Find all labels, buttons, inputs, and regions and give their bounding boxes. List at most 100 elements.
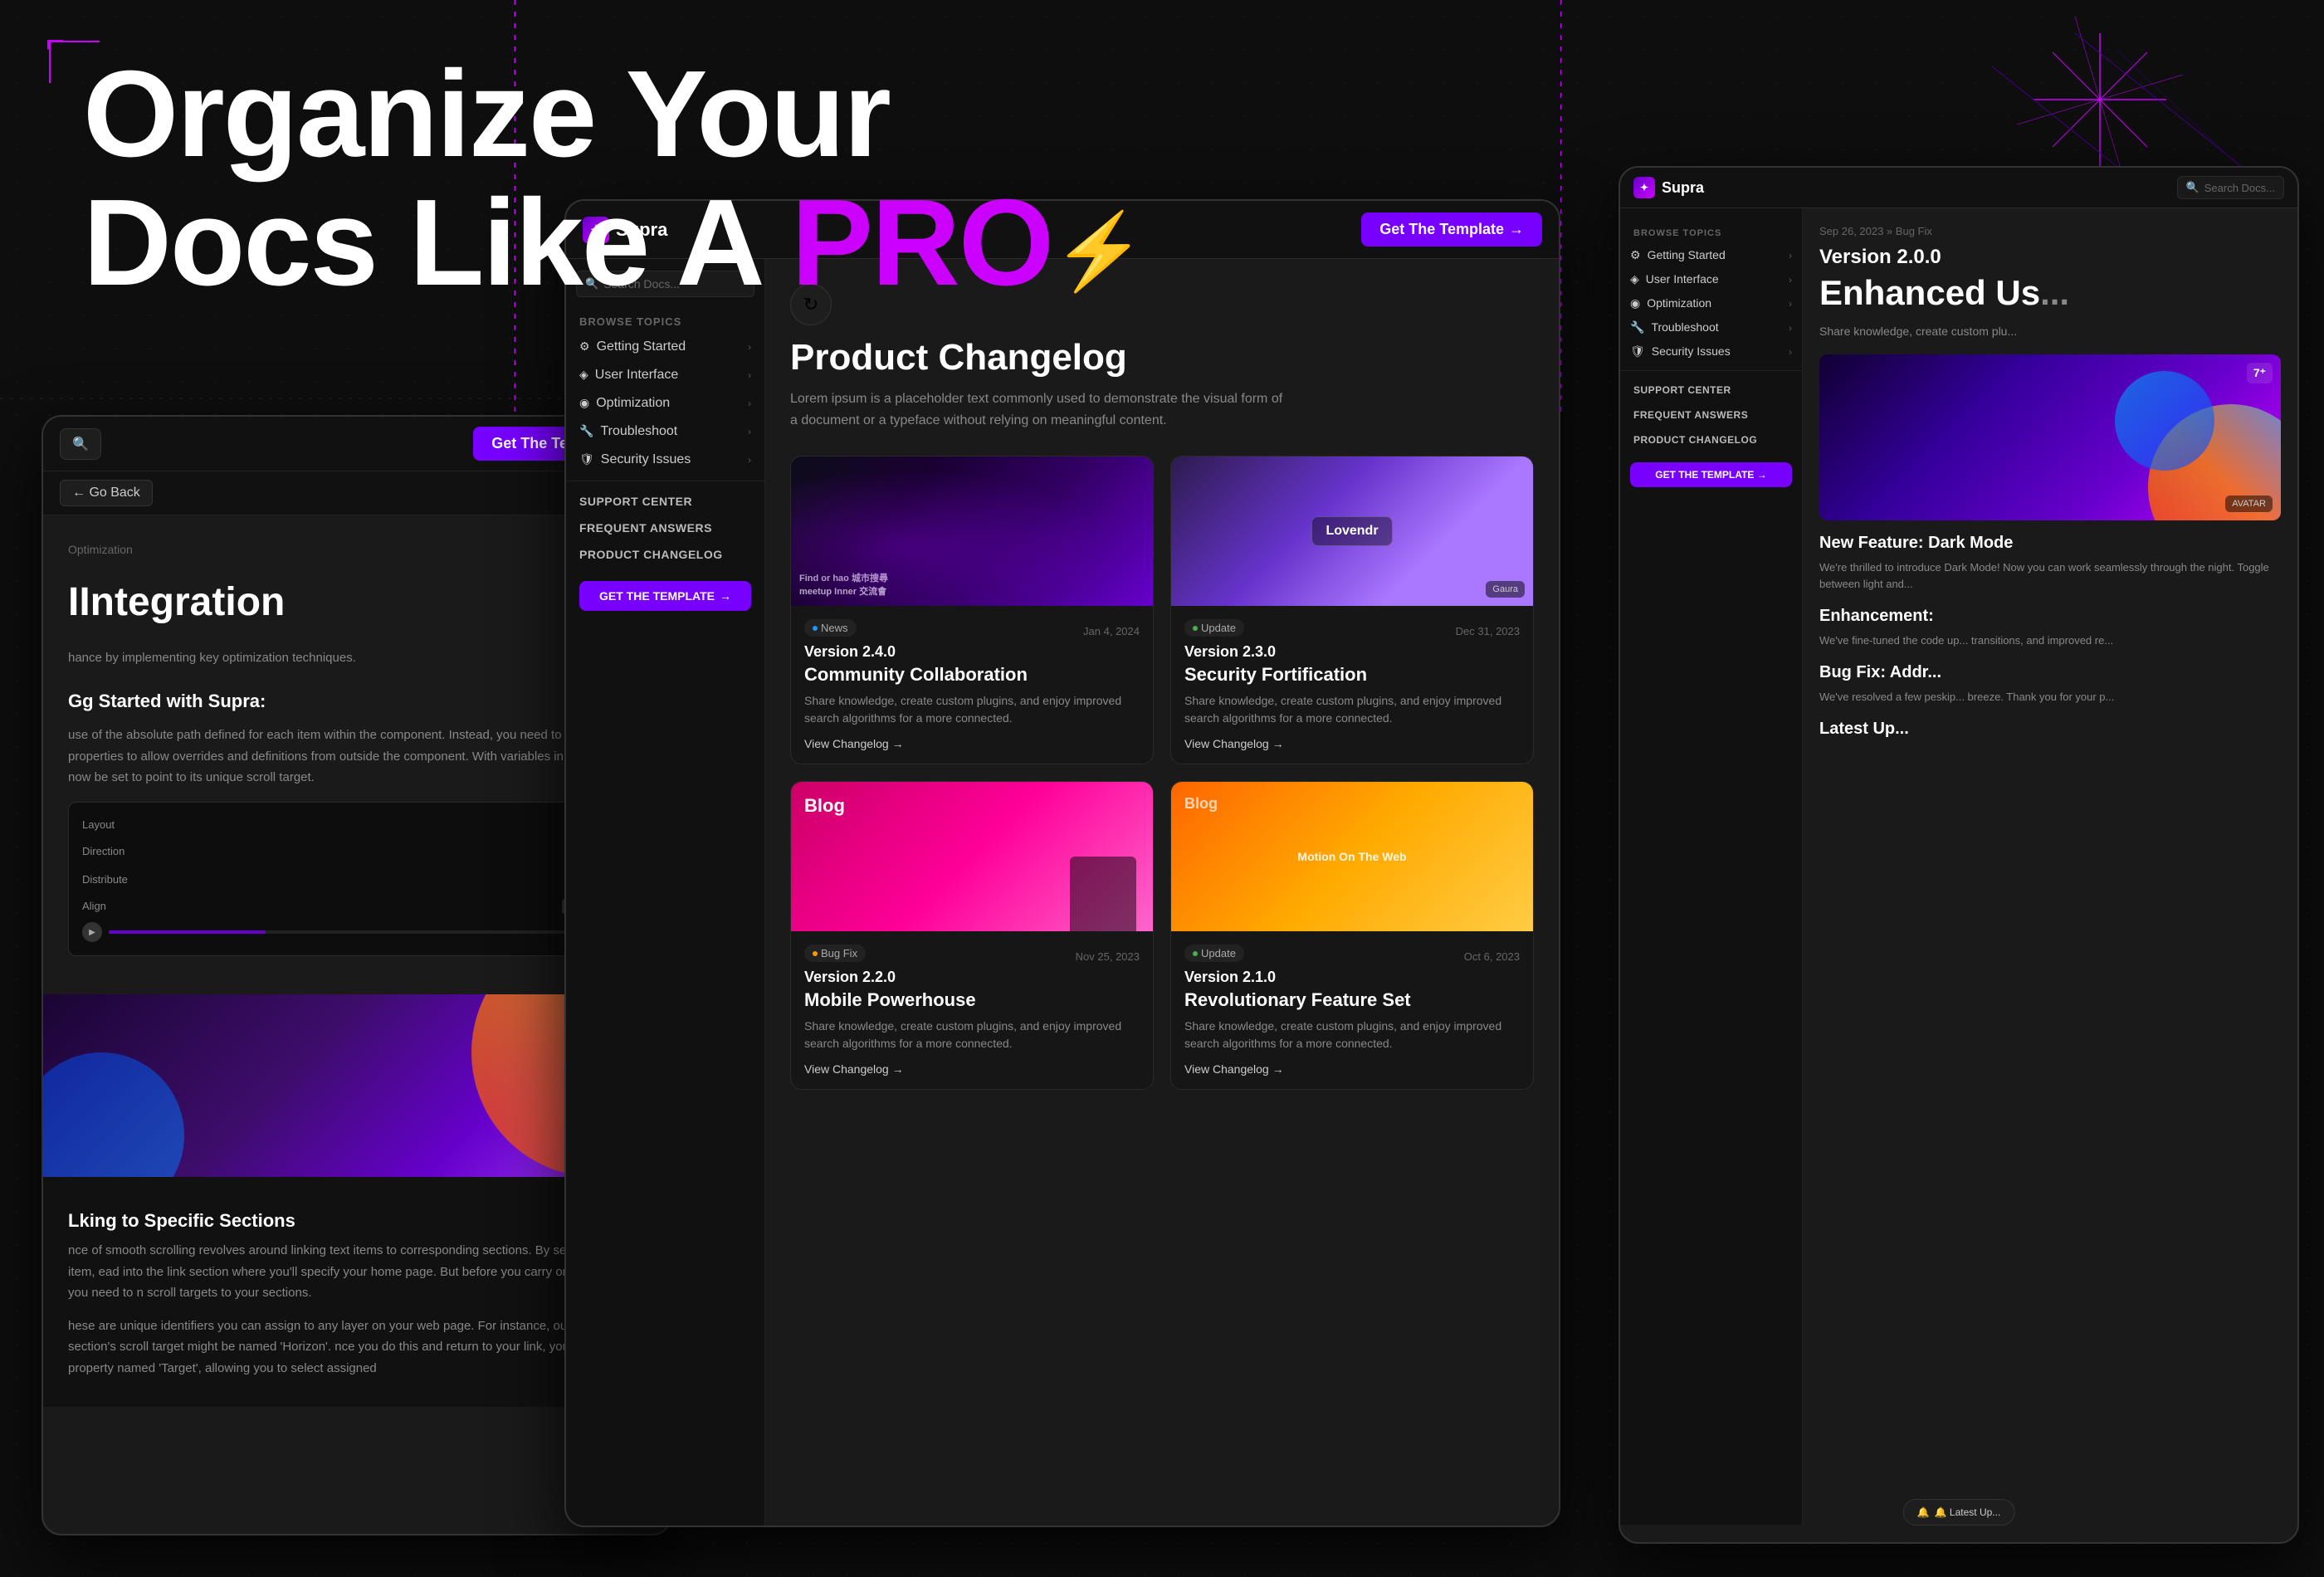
sidebar-item-getting-started-d3[interactable]: ⚙Getting Started ›	[1620, 243, 1802, 267]
device2-main: ↻ Product Changelog Lorem ipsum is a pla…	[765, 259, 1559, 1527]
card2-date: Dec 31, 2023	[1456, 625, 1520, 637]
d3-new-feature-desc: We're thrilled to introduce Dark Mode! N…	[1819, 559, 2281, 594]
sidebar-link-support-d3[interactable]: SUPPORT CENTER	[1620, 378, 1802, 403]
card4-badge: Update	[1184, 945, 1244, 962]
d3-sidebar-sep-1	[1620, 370, 1802, 371]
notification-badge: 🔔 🔔 Latest Up...	[1903, 1499, 2015, 1526]
card3-desc: Share knowledge, create custom plugins, …	[804, 1018, 1140, 1052]
device3-search[interactable]: 🔍 Search Docs...	[2177, 176, 2284, 199]
device3-sidebar: BROWSE TOPICS ⚙Getting Started › ◈User I…	[1620, 208, 1803, 1525]
card-community-collaboration: Find or hao 城市搜尋meetup Inner 交流會 News Ja…	[790, 456, 1154, 764]
card2-badge-dot	[1193, 626, 1198, 631]
chevron-icon-d3-2: ›	[1789, 298, 1792, 310]
card3-version: Version 2.2.0	[804, 969, 1140, 986]
chevron-icon-d3-1: ›	[1789, 274, 1792, 286]
sidebar-link-changelog-d3[interactable]: PRODUCT CHANGELOG	[1620, 427, 1802, 452]
card4-image: Blog Motion On The Web	[1171, 782, 1533, 931]
device2-get-template-btn[interactable]: Get The Template →	[1361, 212, 1542, 247]
sidebar-link-changelog-d2[interactable]: PRODUCT CHANGELOG	[566, 541, 764, 568]
mockup-layout-row: Layout	[82, 816, 632, 834]
device3-search-icon: 🔍	[2186, 181, 2200, 194]
chevron-icon-d2-2: ›	[748, 398, 751, 409]
d3-latest-title: Latest Up...	[1819, 720, 2281, 739]
device3-logo: ✦ Supra	[1633, 177, 1704, 198]
mockup-align-row: Align	[82, 897, 632, 915]
deco-line-right	[1560, 0, 1561, 415]
device1-body1: hance by implementing key optimization t…	[68, 647, 646, 669]
chevron-icon-d2-4: ›	[748, 454, 751, 466]
sidebar-item-optimization-d2[interactable]: ◉Optimization ›	[566, 389, 764, 417]
card3-link[interactable]: View Changelog →	[804, 1062, 1140, 1076]
sidebar-item-user-interface-d3[interactable]: ◈User Interface ›	[1620, 267, 1802, 291]
card2-desc: Share knowledge, create custom plugins, …	[1184, 692, 1520, 727]
device1-ui-mockup: Layout Direction Direction Distribute Ce…	[68, 802, 646, 956]
card2-image: Lovendr Gaura	[1171, 456, 1533, 606]
card4-date: Oct 6, 2023	[1464, 950, 1520, 963]
hero-section: Organize Your Docs Like A PRO⚡	[83, 50, 1144, 308]
sidebar-item-optimization-d3[interactable]: ◉Optimization ›	[1620, 291, 1802, 315]
sidebar-get-template-btn-d2[interactable]: GET THE TEMPLATE →	[579, 581, 751, 611]
card-mobile-powerhouse: Blog Bug Fix Nov 25, 2023 Version 2.2	[790, 781, 1154, 1090]
card3-badge: Bug Fix	[804, 945, 866, 962]
mockup-direction-row: Direction Direction	[82, 841, 632, 862]
device2-sidebar: 🔍 Search Docs... BROWSE TOPICS ⚙Getting …	[566, 259, 765, 1527]
getting-started-icon-d3: ⚙	[1630, 248, 1641, 261]
search-icon-d1: 🔍	[72, 436, 89, 452]
page-title-d2: Product Changelog	[790, 337, 1534, 378]
sidebar-item-user-interface-d2[interactable]: ◈User Interface ›	[566, 361, 764, 389]
d3-enhancement-title: Enhancement:	[1819, 607, 2281, 626]
d3-title: Enhanced Us...	[1819, 274, 2281, 312]
device1-subtitle1: Gg Started with Supra:	[68, 686, 646, 716]
hero-line1: Organize Your	[83, 50, 1144, 178]
sidebar-item-getting-started-d2[interactable]: ⚙Getting Started ›	[566, 333, 764, 361]
user-interface-icon-d3: ◈	[1630, 272, 1639, 286]
sidebar-item-troubleshoot-d3[interactable]: 🔧Troubleshoot ›	[1620, 315, 1802, 339]
card-revolutionary-feature: Blog Motion On The Web Update Oct 6, 202…	[1170, 781, 1534, 1090]
card2-badge: Update	[1184, 619, 1244, 637]
card1-link[interactable]: View Changelog →	[804, 737, 1140, 750]
getting-started-icon-d2: ⚙	[579, 339, 590, 353]
card1-date: Jan 4, 2024	[1083, 625, 1140, 637]
device-center: ✦ Supra Get The Template → 🔍 Search Docs…	[564, 199, 1560, 1527]
card1-body: News Jan 4, 2024 Version 2.4.0 Community…	[791, 606, 1153, 764]
troubleshoot-icon-d3: 🔧	[1630, 320, 1644, 334]
card4-body: Update Oct 6, 2023 Version 2.1.0 Revolut…	[1171, 931, 1533, 1089]
card2-version: Version 2.3.0	[1184, 643, 1520, 661]
d3-desc: Share knowledge, create custom plu...	[1819, 322, 2281, 340]
d3-bugfix-title: Bug Fix: Addr...	[1819, 663, 2281, 682]
device3-logo-icon: ✦	[1633, 177, 1655, 198]
device-right: ✦ Supra 🔍 Search Docs... BROWSE TOPICS ⚙…	[1618, 166, 2299, 1544]
sidebar-link-frequent-d2[interactable]: FREQUENT ANSWERS	[566, 515, 764, 541]
sidebar-link-frequent-d3[interactable]: FREQUENT ANSWERS	[1620, 403, 1802, 427]
motion-text: Motion On The Web	[1297, 850, 1406, 863]
card1-desc: Share knowledge, create custom plugins, …	[804, 692, 1140, 727]
card4-version: Version 2.1.0	[1184, 969, 1520, 986]
card3-date: Nov 25, 2023	[1076, 950, 1140, 963]
troubleshoot-icon-d2: 🔧	[579, 424, 593, 437]
device3-header: ✦ Supra 🔍 Search Docs...	[1620, 168, 2297, 208]
card1-image: Find or hao 城市搜尋meetup Inner 交流會	[791, 456, 1153, 606]
sidebar-get-template-btn-d3[interactable]: GET THE TEMPLATE →	[1630, 462, 1792, 487]
sidebar-link-support-d2[interactable]: SUPPORT CENTER	[566, 488, 764, 515]
sidebar-item-security-d2[interactable]: 🛡Security Issues ›	[566, 446, 764, 474]
chevron-icon-d3-0: ›	[1789, 250, 1792, 261]
card2-link[interactable]: View Changelog →	[1184, 737, 1520, 750]
card1-name: Community Collaboration	[804, 664, 1140, 686]
card4-link[interactable]: View Changelog →	[1184, 1062, 1520, 1076]
device1-body4: hese are unique identifiers you can assi…	[68, 1316, 646, 1379]
device1-back-btn[interactable]: ← Go Back	[60, 480, 153, 506]
device1-body2: use of the absolute path defined for eac…	[68, 725, 646, 788]
hero-title: Organize Your Docs Like A PRO⚡	[83, 50, 1144, 308]
corner-deco-tl: ⌐	[46, 25, 65, 58]
lovendr-overlay: Lovendr	[1171, 456, 1533, 606]
optimization-icon-d3: ◉	[1630, 296, 1640, 310]
device1-search[interactable]: 🔍	[60, 428, 101, 460]
card3-badge-dot	[813, 951, 818, 956]
sidebar-item-troubleshoot-d2[interactable]: 🔧Troubleshoot ›	[566, 417, 764, 446]
card1-version: Version 2.4.0	[804, 643, 1140, 661]
bell-icon: 🔔	[1917, 1506, 1930, 1518]
d3-image-area: AVATAR 7⁺	[1819, 354, 2281, 520]
card4-desc: Share knowledge, create custom plugins, …	[1184, 1018, 1520, 1052]
sidebar-item-security-d3[interactable]: 🛡Security Issues ›	[1620, 339, 1802, 364]
card3-image: Blog	[791, 782, 1153, 931]
